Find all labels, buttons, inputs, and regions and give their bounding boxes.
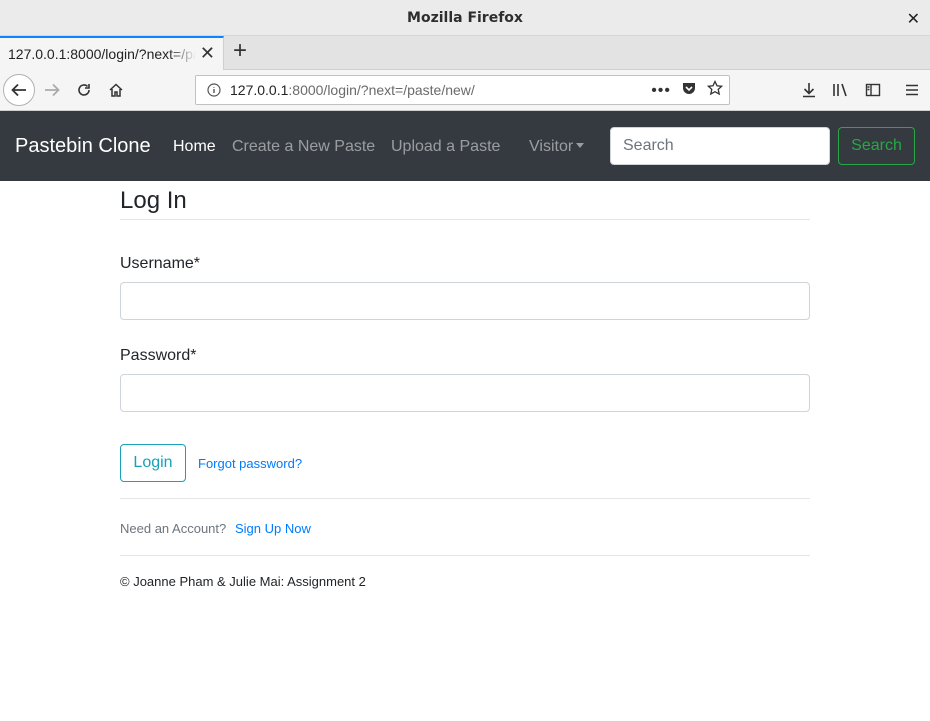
back-icon[interactable] <box>3 74 35 106</box>
menu-icon[interactable] <box>900 78 924 102</box>
tab-strip: 127.0.0.1:8000/login/?next=/paste/new/ ✕… <box>0 36 930 70</box>
password-label: Password* <box>120 347 197 364</box>
site-info-icon[interactable] <box>203 83 225 97</box>
downloads-icon[interactable] <box>797 78 821 102</box>
page-title: Log In <box>120 187 187 214</box>
nav-create-paste[interactable]: Create a New Paste <box>232 138 375 156</box>
visitor-label: Visitor <box>529 138 574 155</box>
site-brand[interactable]: Pastebin Clone <box>15 135 151 158</box>
forward-icon[interactable] <box>40 78 64 102</box>
password-field[interactable] <box>120 374 810 412</box>
caret-down-icon <box>576 143 585 148</box>
new-tab-icon[interactable]: + <box>228 39 252 64</box>
home-icon[interactable] <box>104 78 128 102</box>
bookmark-star-icon[interactable] <box>706 79 724 101</box>
pocket-icon[interactable] <box>681 80 697 101</box>
nav-upload-paste[interactable]: Upload a Paste <box>391 138 500 156</box>
login-button[interactable]: Login <box>120 444 186 482</box>
site-navbar: Pastebin Clone Home Create a New Paste U… <box>0 111 930 181</box>
tab-title: 127.0.0.1:8000/login/?next=/paste/new/ <box>8 46 196 62</box>
browser-toolbar: 127.0.0.1:8000/login/?next=/paste/new/ •… <box>0 70 930 111</box>
divider <box>120 498 810 499</box>
search-button[interactable]: Search <box>838 127 915 165</box>
window-titlebar: Mozilla Firefox ✕ <box>0 0 930 36</box>
url-bar[interactable]: 127.0.0.1:8000/login/?next=/paste/new/ •… <box>195 75 730 105</box>
sign-up-link[interactable]: Sign Up Now <box>235 521 311 536</box>
sidebar-icon[interactable] <box>861 78 885 102</box>
window-close-icon[interactable]: ✕ <box>907 9 920 29</box>
username-label: Username* <box>120 255 201 272</box>
footer-text: © Joanne Pham & Julie Mai: Assignment 2 <box>120 574 366 589</box>
nav-home[interactable]: Home <box>173 138 216 156</box>
url-host: 127.0.0.1 <box>230 82 289 98</box>
tab-close-icon[interactable]: ✕ <box>200 43 215 64</box>
divider <box>120 555 810 556</box>
window-title: Mozilla Firefox <box>407 9 523 26</box>
reload-icon[interactable] <box>72 78 96 102</box>
username-field[interactable] <box>120 282 810 320</box>
page-actions-icon[interactable]: ••• <box>651 82 671 100</box>
divider <box>120 219 810 220</box>
search-input[interactable] <box>610 127 830 165</box>
forgot-password-link[interactable]: Forgot password? <box>198 456 302 471</box>
nav-visitor-dropdown[interactable]: Visitor <box>529 138 585 156</box>
need-account-text: Need an Account? <box>120 521 227 536</box>
url-text[interactable]: 127.0.0.1:8000/login/?next=/paste/new/ <box>230 82 475 98</box>
browser-tab[interactable]: 127.0.0.1:8000/login/?next=/paste/new/ ✕ <box>0 36 224 70</box>
library-icon[interactable] <box>829 78 853 102</box>
url-path: :8000/login/?next=/paste/new/ <box>288 82 475 98</box>
